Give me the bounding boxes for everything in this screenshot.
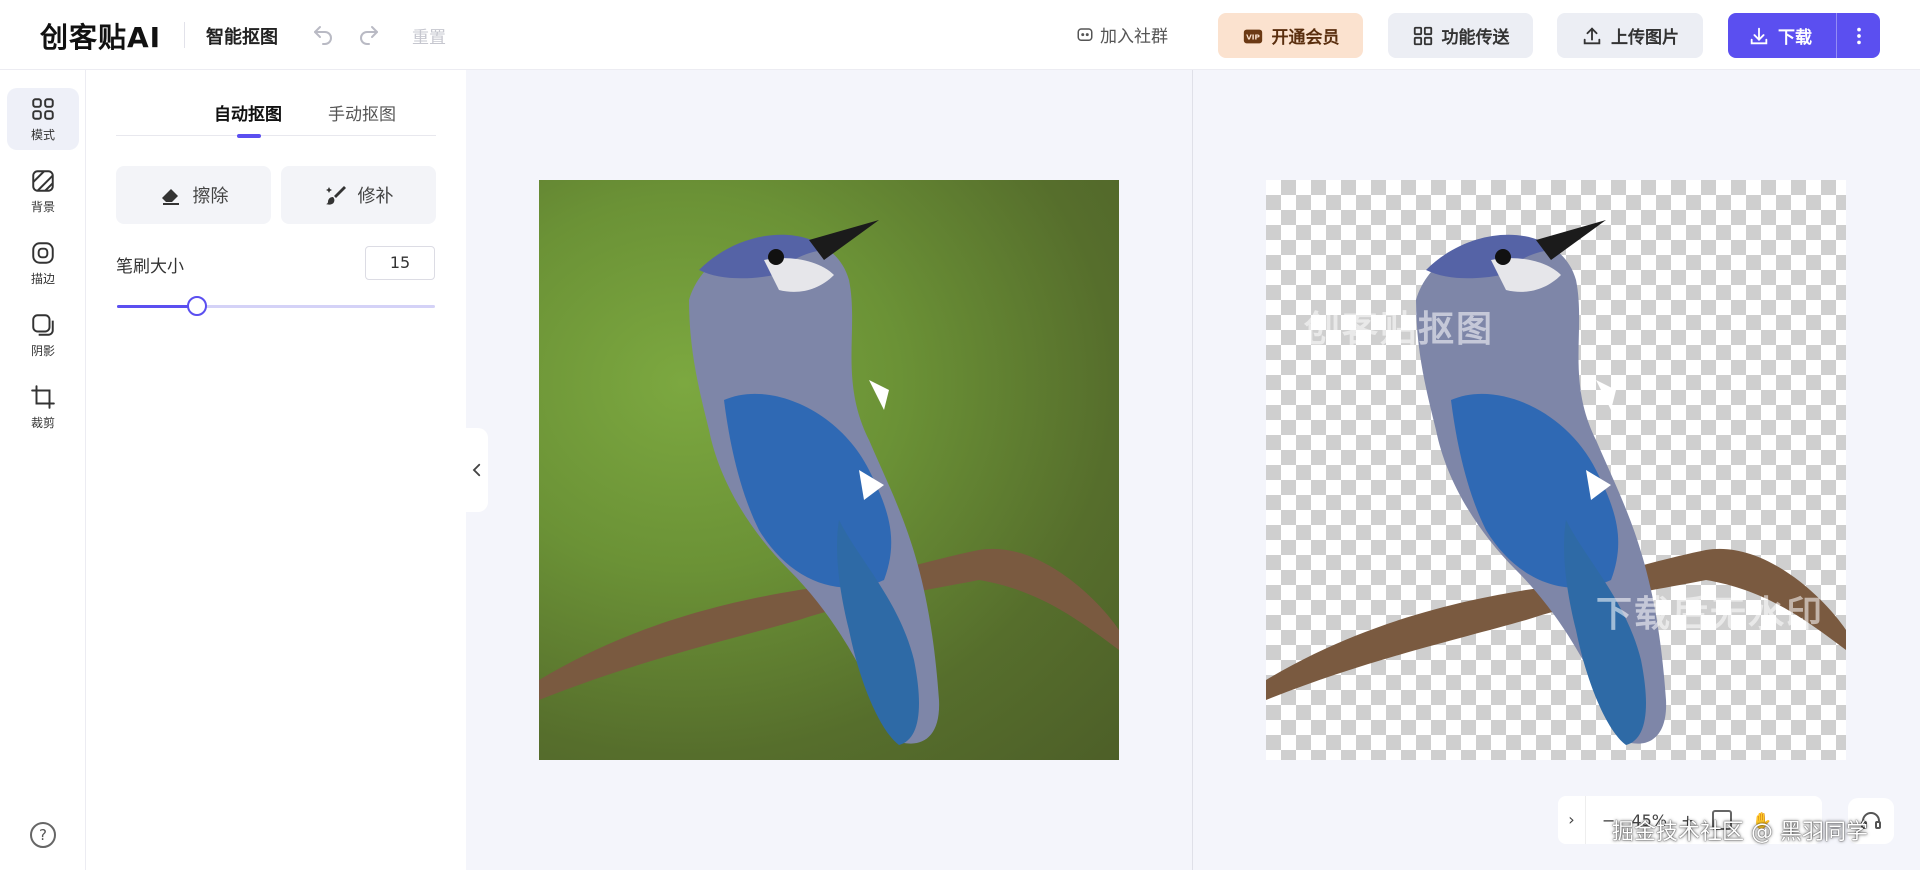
header-divider: [184, 22, 185, 48]
rail-item-crop[interactable]: 裁剪: [7, 376, 79, 438]
active-tab-indicator: [237, 134, 261, 138]
stroke-icon: [32, 241, 54, 264]
chat-icon: [1077, 27, 1093, 41]
source-watermark: 掘金技术社区 @ 黑羽同学: [1612, 820, 1868, 845]
grid-icon: [32, 97, 54, 120]
bird-on-branch-image: [539, 220, 1119, 745]
rail-label: 模式: [30, 127, 55, 142]
chevron-left-icon: [472, 463, 481, 477]
redo-icon[interactable]: [354, 20, 384, 50]
mode-tabs: 自动抠图 手动抠图: [116, 100, 436, 138]
download-button[interactable]: 下载: [1728, 13, 1880, 58]
cutout-bird-image: [1266, 220, 1846, 745]
crop-icon: [31, 384, 55, 409]
brush-icon: [325, 186, 346, 205]
repair-label: 修补: [357, 186, 394, 207]
app-title: 智能抠图: [206, 27, 278, 48]
background-hatch-icon: [32, 169, 54, 192]
rail-item-stroke[interactable]: 描边: [7, 232, 79, 294]
join-community-button[interactable]: 加入社群: [1076, 22, 1168, 47]
upload-button[interactable]: 上传图片: [1557, 13, 1703, 58]
rail-label: 阴影: [30, 343, 55, 358]
eraser-icon: [161, 189, 179, 205]
rail-item-mode[interactable]: 模式: [7, 88, 79, 150]
apps-icon: [1413, 26, 1432, 45]
rail-label: 背景: [30, 199, 55, 214]
cutout-preview[interactable]: 创客贴抠图 下载后无水印: [1266, 180, 1846, 760]
upload-icon: [1583, 26, 1601, 44]
rail-label: 描边: [30, 271, 55, 286]
reset-button[interactable]: 重置: [412, 23, 446, 48]
settings-panel: 自动抠图 手动抠图 擦除 修补 笔刷大小 15: [86, 70, 466, 870]
erase-button[interactable]: 擦除: [116, 166, 271, 224]
brush-size-label: 笔刷大小: [116, 257, 184, 277]
brush-size-slider-fill: [117, 305, 197, 308]
transfer-button[interactable]: 功能传送: [1388, 13, 1533, 58]
original-image[interactable]: [539, 180, 1119, 760]
logo[interactable]: 创客贴AI: [40, 16, 161, 56]
help-icon[interactable]: ?: [30, 822, 56, 848]
repair-button[interactable]: 修补: [281, 166, 436, 224]
vip-label: 开通会员: [1271, 28, 1340, 48]
download-more-icon[interactable]: [1836, 13, 1880, 58]
rail-label: 裁剪: [30, 415, 55, 430]
tab-manual-cutout[interactable]: 手动抠图: [328, 100, 396, 125]
watermark-top: 创客贴抠图: [1304, 309, 1495, 350]
collapse-panel-button[interactable]: [466, 428, 488, 512]
chevron-right-icon[interactable]: ›: [1558, 796, 1586, 844]
rail-item-background[interactable]: 背景: [7, 160, 79, 222]
shadow-icon: [32, 313, 54, 336]
brush-size-slider-thumb[interactable]: [186, 296, 207, 316]
svg-text:VIP: VIP: [1246, 32, 1260, 41]
rail-item-shadow[interactable]: 阴影: [7, 304, 79, 366]
upload-label: 上传图片: [1611, 28, 1679, 48]
tool-rail: 模式 背景 描边 阴影 裁剪: [0, 70, 86, 870]
brush-size-input[interactable]: 15: [365, 246, 435, 280]
download-label: 下载: [1778, 28, 1812, 48]
compare-divider: [1192, 70, 1193, 870]
erase-label: 擦除: [192, 186, 229, 207]
vip-button[interactable]: VIP 开通会员: [1218, 13, 1363, 58]
download-icon: [1750, 27, 1768, 44]
watermark-bottom: 下载后无水印: [1596, 594, 1825, 635]
vip-icon: VIP: [1243, 29, 1262, 43]
transfer-label: 功能传送: [1441, 28, 1510, 48]
join-community-label: 加入社群: [1100, 27, 1168, 47]
undo-icon[interactable]: [308, 20, 338, 50]
top-bar: 创客贴AI 智能抠图 重置 加入社群 VIP 开通会员 功能传送 上传图片 下载: [0, 0, 1920, 70]
tab-auto-cutout[interactable]: 自动抠图: [214, 100, 282, 125]
